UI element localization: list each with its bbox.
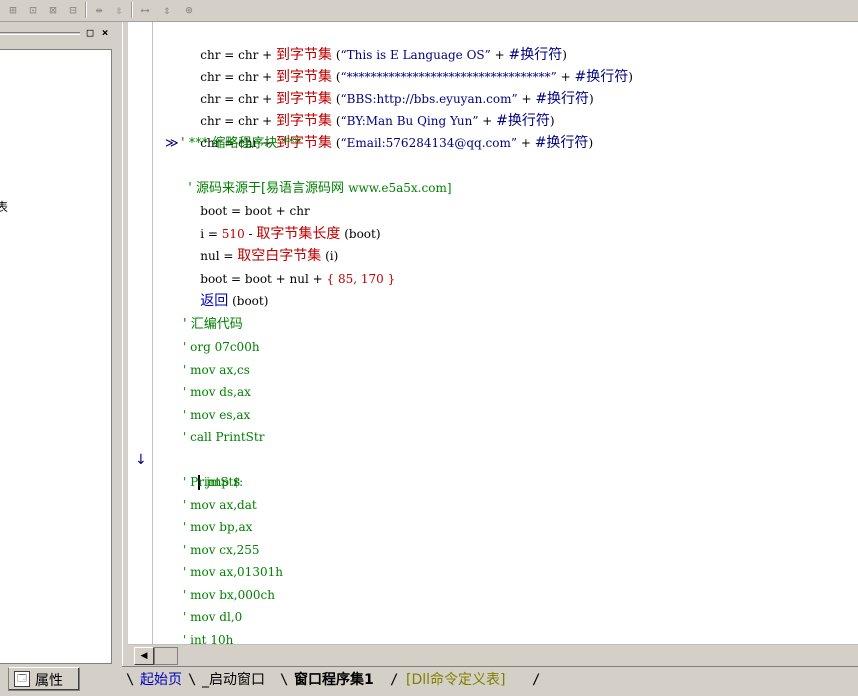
comment-line[interactable]: ' mov cx,255: [183, 539, 260, 561]
space-vertical-icon[interactable]: ⇳: [110, 2, 128, 18]
operator: +: [308, 272, 327, 286]
tab-startup-window[interactable]: _启动窗口: [202, 670, 265, 690]
grip-line: [0, 32, 80, 33]
comment-line[interactable]: ' mov ds,ax: [183, 381, 251, 403]
editor-gutter[interactable]: ↓: [128, 22, 153, 644]
comment-line[interactable]: ' mov ax,dat: [183, 494, 257, 516]
comment-line[interactable]: ' call PrintStr: [183, 426, 264, 448]
minimize-icon[interactable]: □: [84, 27, 96, 39]
toolbar-separator: [85, 2, 87, 18]
code-line[interactable]: chr = chr + 到字节集 (“*********************…: [185, 44, 633, 85]
paren: ): [628, 70, 633, 84]
tab-start-page[interactable]: 起始页: [140, 670, 182, 690]
code-editor[interactable]: chr = chr + 到字节集 (“This is E Language OS…: [153, 22, 858, 644]
code-line[interactable]: nul = 取空白字节集 (i): [185, 223, 338, 264]
code-line[interactable]: chr = chr + 到字节集 (“BY:Man Bu Qing Yun” +…: [185, 88, 554, 129]
variable: nul: [289, 272, 309, 286]
tab-divider: /: [532, 672, 541, 688]
properties-icon: 🗔: [14, 671, 30, 687]
scroll-left-icon[interactable]: ◀: [134, 647, 154, 665]
collapsed-block[interactable]: ' *** 缩略程序块 ***: [181, 133, 301, 155]
fold-marker-icon[interactable]: ≫: [165, 136, 179, 151]
comment-line[interactable]: ' org 07c00h: [183, 336, 260, 358]
comment-line[interactable]: ' mov ax,01301h: [183, 561, 283, 583]
align-top-icon[interactable]: ⊠: [44, 2, 62, 18]
tab-divider: \: [280, 672, 289, 688]
comment-url: www.e5a5x.com]: [348, 181, 452, 195]
toolbar-separator: [131, 2, 133, 18]
left-panel-titlebar: □ ×: [0, 26, 116, 42]
breakpoint-arrow-icon: ↓: [135, 452, 147, 468]
close-icon[interactable]: ×: [99, 27, 111, 39]
paren: (: [332, 136, 341, 150]
align-bottom-icon[interactable]: ⊟: [64, 2, 82, 18]
tab-divider: \: [126, 672, 135, 688]
panel-text-fragment: 表: [0, 200, 9, 214]
align-left-icon[interactable]: ⊞: [4, 2, 22, 18]
code-line[interactable]: boot = boot + nul + { 85, 170 }: [185, 246, 395, 286]
properties-tab[interactable]: 🗔 属性: [8, 667, 80, 691]
comment-line[interactable]: ' mov ax,cs: [183, 359, 250, 381]
code-line[interactable]: i = 510 - 取字节集长度 (boot): [185, 201, 380, 242]
tab-divider: \: [188, 672, 197, 688]
comment-line[interactable]: ' mov bp,ax: [183, 516, 252, 538]
comment-line[interactable]: ' mov es,ax: [183, 404, 250, 426]
document-tabs: \ 起始页 \ _启动窗口 \ 窗口程序集1 / [Dll命令定义表] /: [122, 666, 858, 696]
paren: ): [589, 92, 594, 106]
tab-divider: /: [390, 672, 399, 688]
byte-array-literal: { 85, 170 }: [326, 272, 396, 286]
align-center-icon[interactable]: ⊡: [24, 2, 42, 18]
current-line[interactable]: jmp $: [183, 449, 241, 490]
tab-dll-commands[interactable]: [Dll命令定义表]: [406, 670, 505, 690]
code-line[interactable]: 返回 (boot): [185, 268, 268, 309]
width-icon[interactable]: ⟷: [136, 2, 154, 18]
comment-line[interactable]: ' 汇编代码: [183, 314, 243, 336]
comment-line[interactable]: ' PrintStr:: [183, 471, 243, 493]
space-horizontal-icon[interactable]: ⇹: [90, 2, 108, 18]
horizontal-scrollbar[interactable]: ◀: [128, 644, 858, 667]
constant: #换行符: [534, 135, 589, 151]
grip-line: [0, 34, 80, 35]
code-line[interactable]: chr = chr + 到字节集 (“This is E Language OS…: [185, 22, 567, 63]
string-literal: “Email:576284134@qq.com”: [340, 136, 518, 150]
properties-tab-label: 属性: [35, 673, 63, 689]
height-icon[interactable]: ⇕: [158, 2, 176, 18]
scroll-thumb[interactable]: [154, 647, 178, 665]
alignment-toolbar: ⊞ ⊡ ⊠ ⊟ ⇹ ⇳ ⟷ ⇕ ⊕: [0, 0, 858, 22]
code-line[interactable]: chr = chr + 到字节集 (“Email:576284134@qq.co…: [185, 110, 593, 151]
argument: (boot): [340, 227, 381, 241]
size-icon[interactable]: ⊕: [180, 2, 198, 18]
return-keyword: 返回: [200, 293, 229, 309]
operator: +: [271, 272, 290, 286]
code-line[interactable]: chr = chr + 到字节集 (“BBS:http://bbs.eyuyan…: [185, 66, 593, 107]
comment-line[interactable]: ' 源码来源于[易语言源码网 www.e5a5x.com]: [173, 155, 451, 196]
comment-line[interactable]: ' mov bx,000ch: [183, 584, 275, 606]
code-line[interactable]: boot = boot + chr: [185, 178, 309, 218]
operator: +: [517, 136, 535, 150]
comment-line[interactable]: ' mov dl,0: [183, 606, 242, 628]
tab-program-set[interactable]: 窗口程序集1: [294, 670, 374, 690]
comment-line[interactable]: ' int 10h: [183, 629, 233, 644]
left-panel-body[interactable]: 表: [0, 49, 112, 664]
paren: ): [588, 136, 594, 150]
left-panel: □ × 表: [0, 22, 122, 666]
argument: (boot): [228, 294, 269, 308]
